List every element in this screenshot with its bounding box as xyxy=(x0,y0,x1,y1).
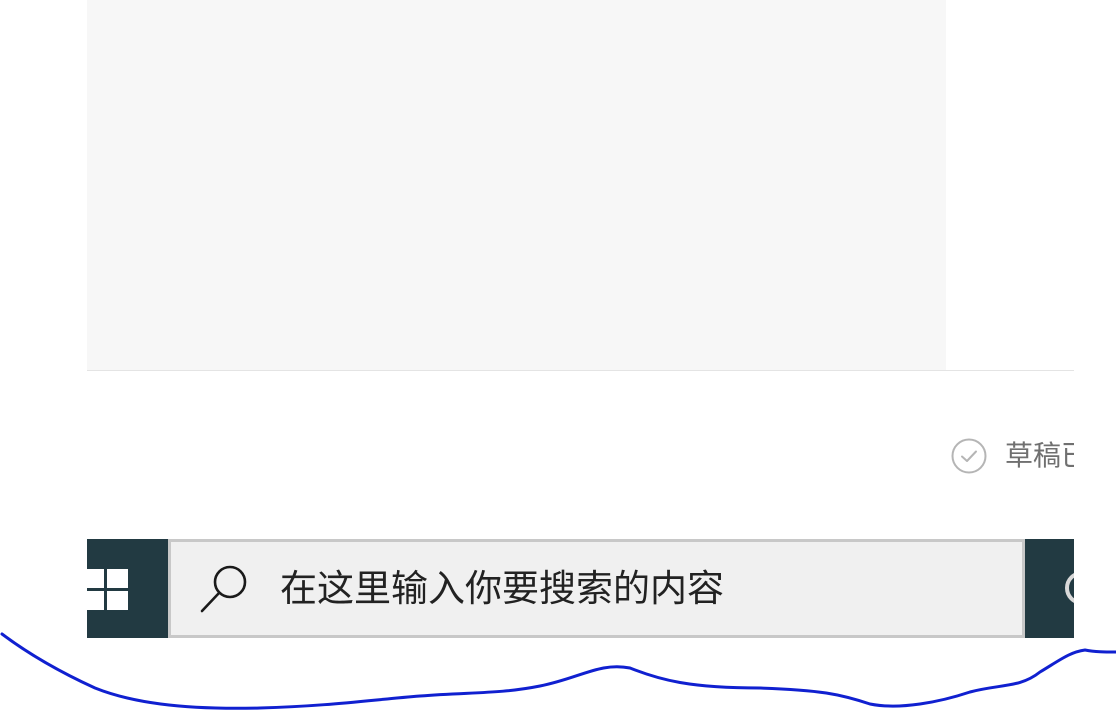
draft-status-label: 草稿已保存 xyxy=(1005,439,1074,472)
draft-saved-status: 草稿已保存 xyxy=(951,436,1074,476)
pen-annotation-stroke xyxy=(0,632,1116,710)
screenshot-stage: 草稿已保存 在这里输入你要搜索的内容 xyxy=(0,0,1116,711)
search-icon xyxy=(200,565,247,612)
check-circle-icon xyxy=(951,438,987,474)
divider xyxy=(87,370,1074,371)
editor-content-area[interactable] xyxy=(87,0,946,370)
windows-logo-icon xyxy=(87,569,128,610)
cortana-icon[interactable] xyxy=(1065,571,1074,605)
